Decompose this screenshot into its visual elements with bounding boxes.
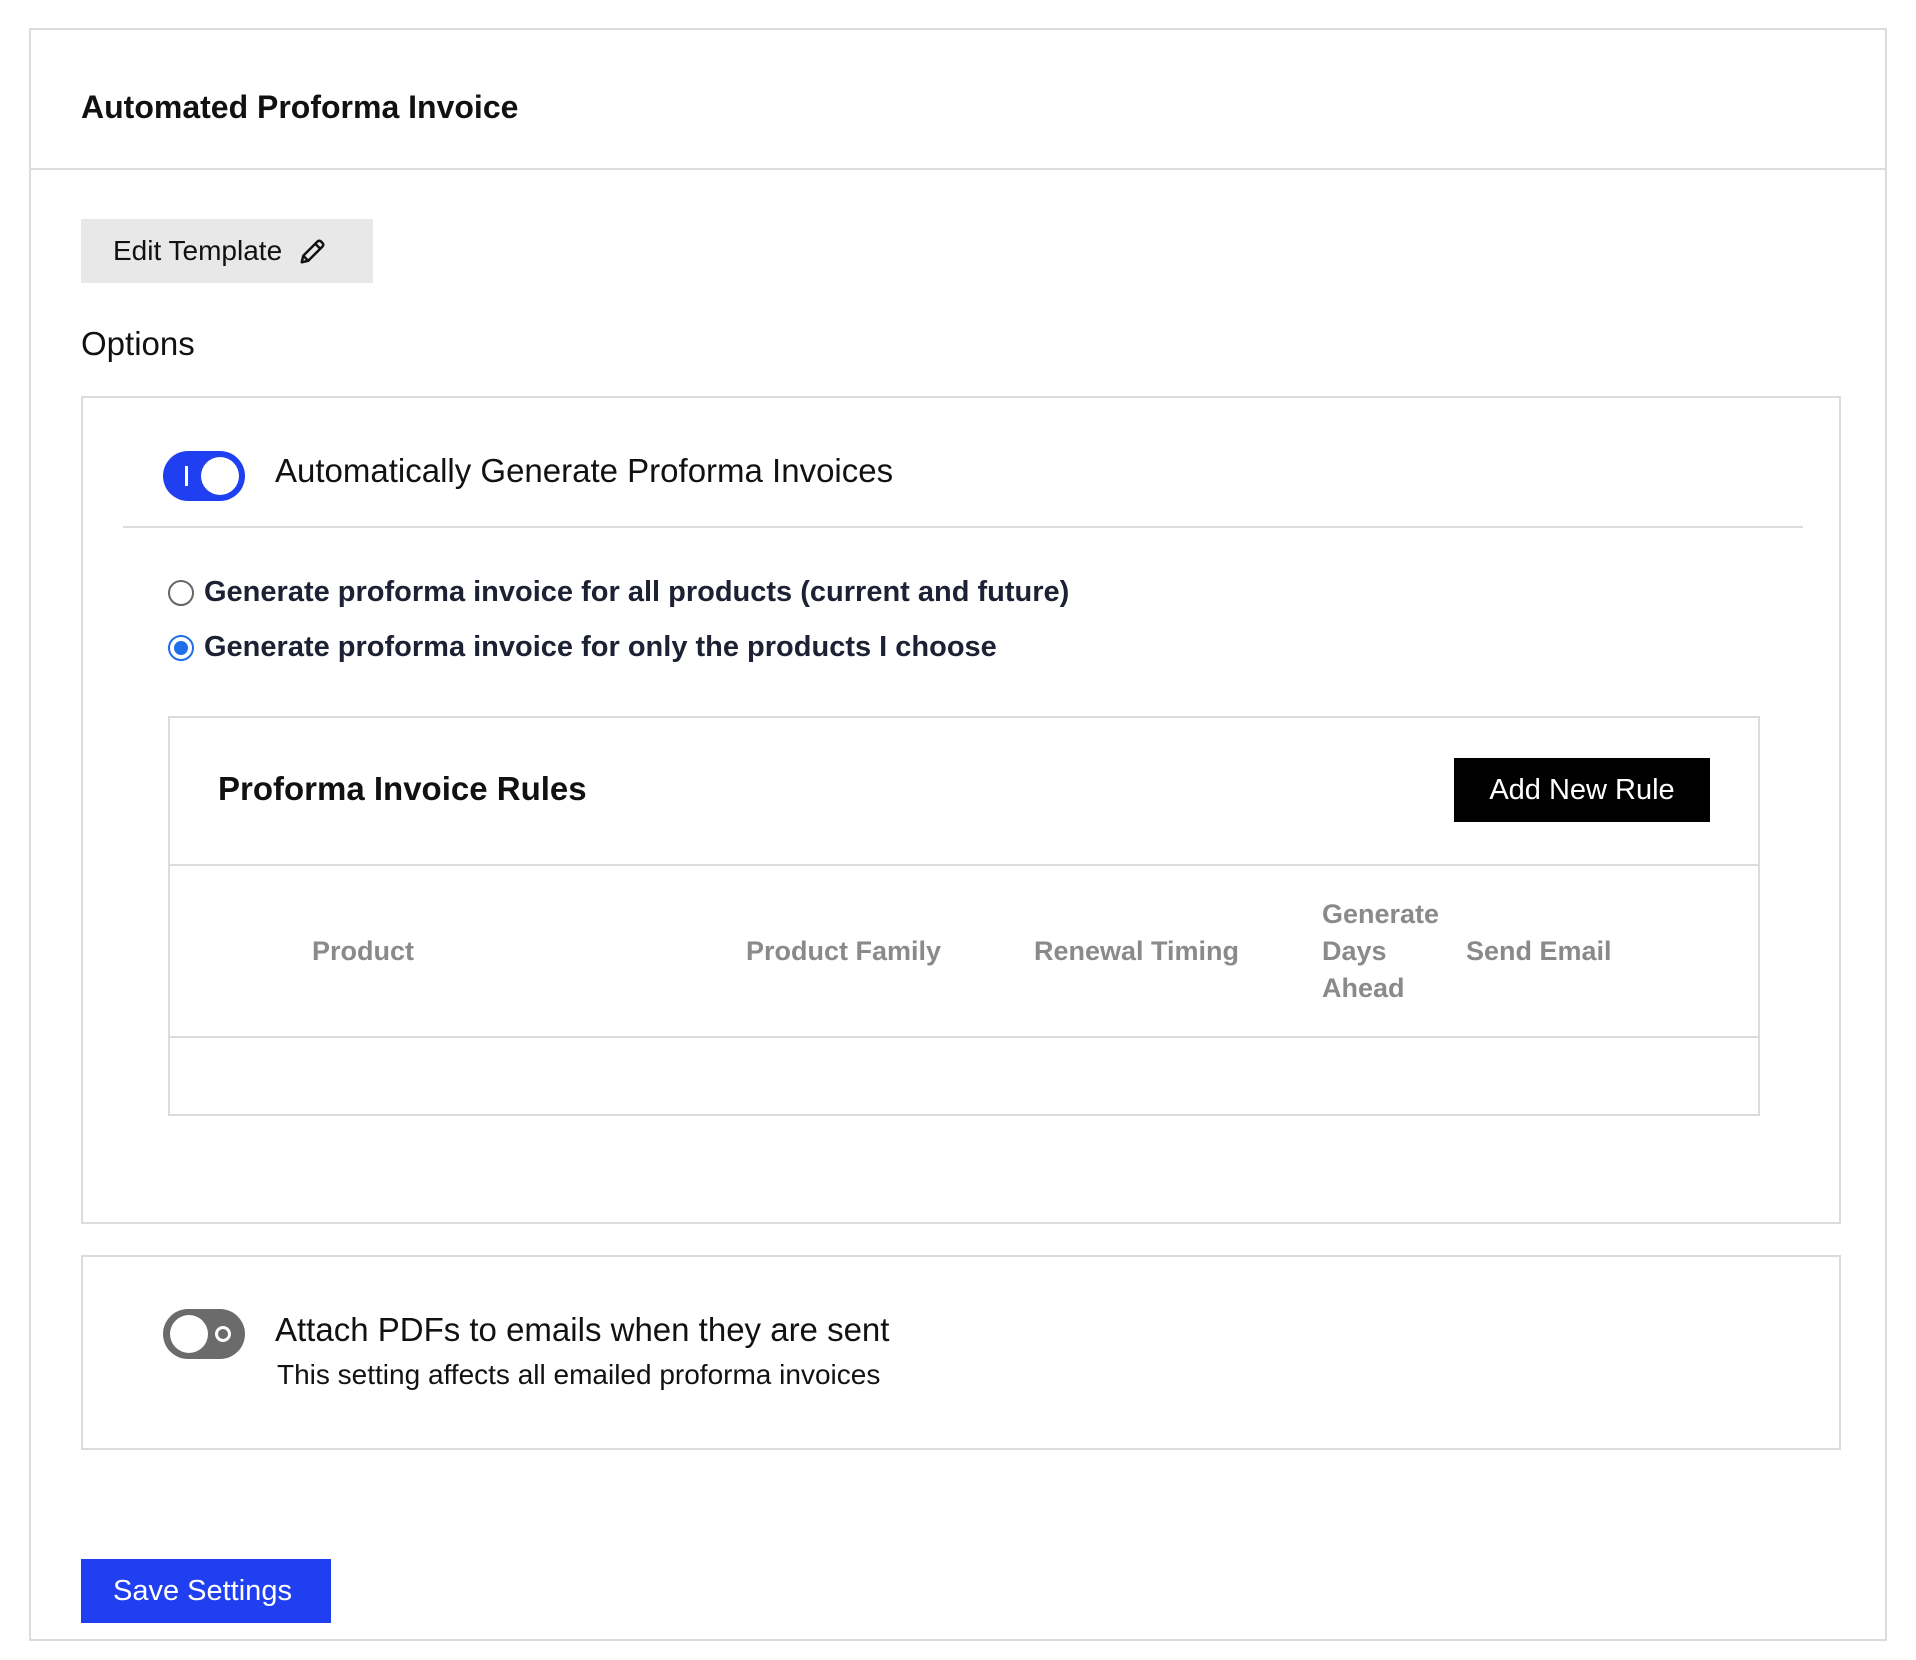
rules-column-headers: Product Product Family Renewal Timing Ge… bbox=[170, 866, 1758, 1038]
edit-template-label: Edit Template bbox=[113, 235, 283, 266]
radio-label-chosen-products: Generate proforma invoice for only the p… bbox=[204, 631, 997, 663]
settings-card: Automated Proforma Invoice Edit Template… bbox=[29, 28, 1887, 1641]
attach-pdf-toggle[interactable] bbox=[163, 1309, 245, 1359]
radio-button-chosen-products[interactable] bbox=[168, 634, 194, 661]
column-header-product: Product bbox=[312, 936, 415, 966]
column-header-send-email: Send Email bbox=[1466, 936, 1612, 966]
toggle-off-mark-icon bbox=[215, 1326, 231, 1342]
attach-pdf-sublabel: This setting affects all emailed proform… bbox=[277, 1359, 881, 1390]
column-header-product-family: Product Family bbox=[746, 936, 942, 966]
edit-template-button[interactable]: Edit Template bbox=[81, 219, 373, 283]
rules-table: Proforma Invoice Rules Add New Rule Prod… bbox=[168, 716, 1760, 1116]
radio-all-products[interactable]: Generate proforma invoice for all produc… bbox=[168, 576, 1069, 609]
pencil-icon bbox=[298, 236, 328, 266]
page-title: Automated Proforma Invoice bbox=[81, 88, 519, 125]
toggle-knob bbox=[170, 1315, 208, 1353]
attach-pdf-label: Attach PDFs to emails when they are sent bbox=[275, 1311, 890, 1348]
radio-chosen-products[interactable]: Generate proforma invoice for only the p… bbox=[168, 631, 997, 664]
options-heading: Options bbox=[81, 325, 195, 362]
save-settings-button[interactable]: Save Settings bbox=[81, 1559, 331, 1623]
attach-pdf-box: Attach PDFs to emails when they are sent… bbox=[81, 1255, 1841, 1450]
rules-header: Proforma Invoice Rules Add New Rule bbox=[170, 718, 1758, 866]
column-header-generate-days-ahead: Generate Days Ahead bbox=[1322, 899, 1440, 1003]
radio-label-all-products: Generate proforma invoice for all produc… bbox=[204, 576, 1070, 608]
rules-title: Proforma Invoice Rules bbox=[218, 770, 587, 807]
toggle-on-mark-icon bbox=[185, 466, 188, 486]
auto-generate-row: Automatically Generate Proforma Invoices bbox=[123, 448, 1803, 528]
auto-generate-toggle[interactable] bbox=[163, 451, 245, 501]
add-new-rule-button[interactable]: Add New Rule bbox=[1454, 758, 1710, 822]
toggle-knob bbox=[201, 457, 239, 495]
column-header-renewal-timing: Renewal Timing bbox=[1034, 936, 1240, 966]
options-box: Automatically Generate Proforma Invoices… bbox=[81, 396, 1841, 1224]
radio-button-all-products[interactable] bbox=[168, 579, 194, 606]
card-header: Automated Proforma Invoice bbox=[31, 30, 1885, 170]
auto-generate-label: Automatically Generate Proforma Invoices bbox=[275, 452, 894, 489]
